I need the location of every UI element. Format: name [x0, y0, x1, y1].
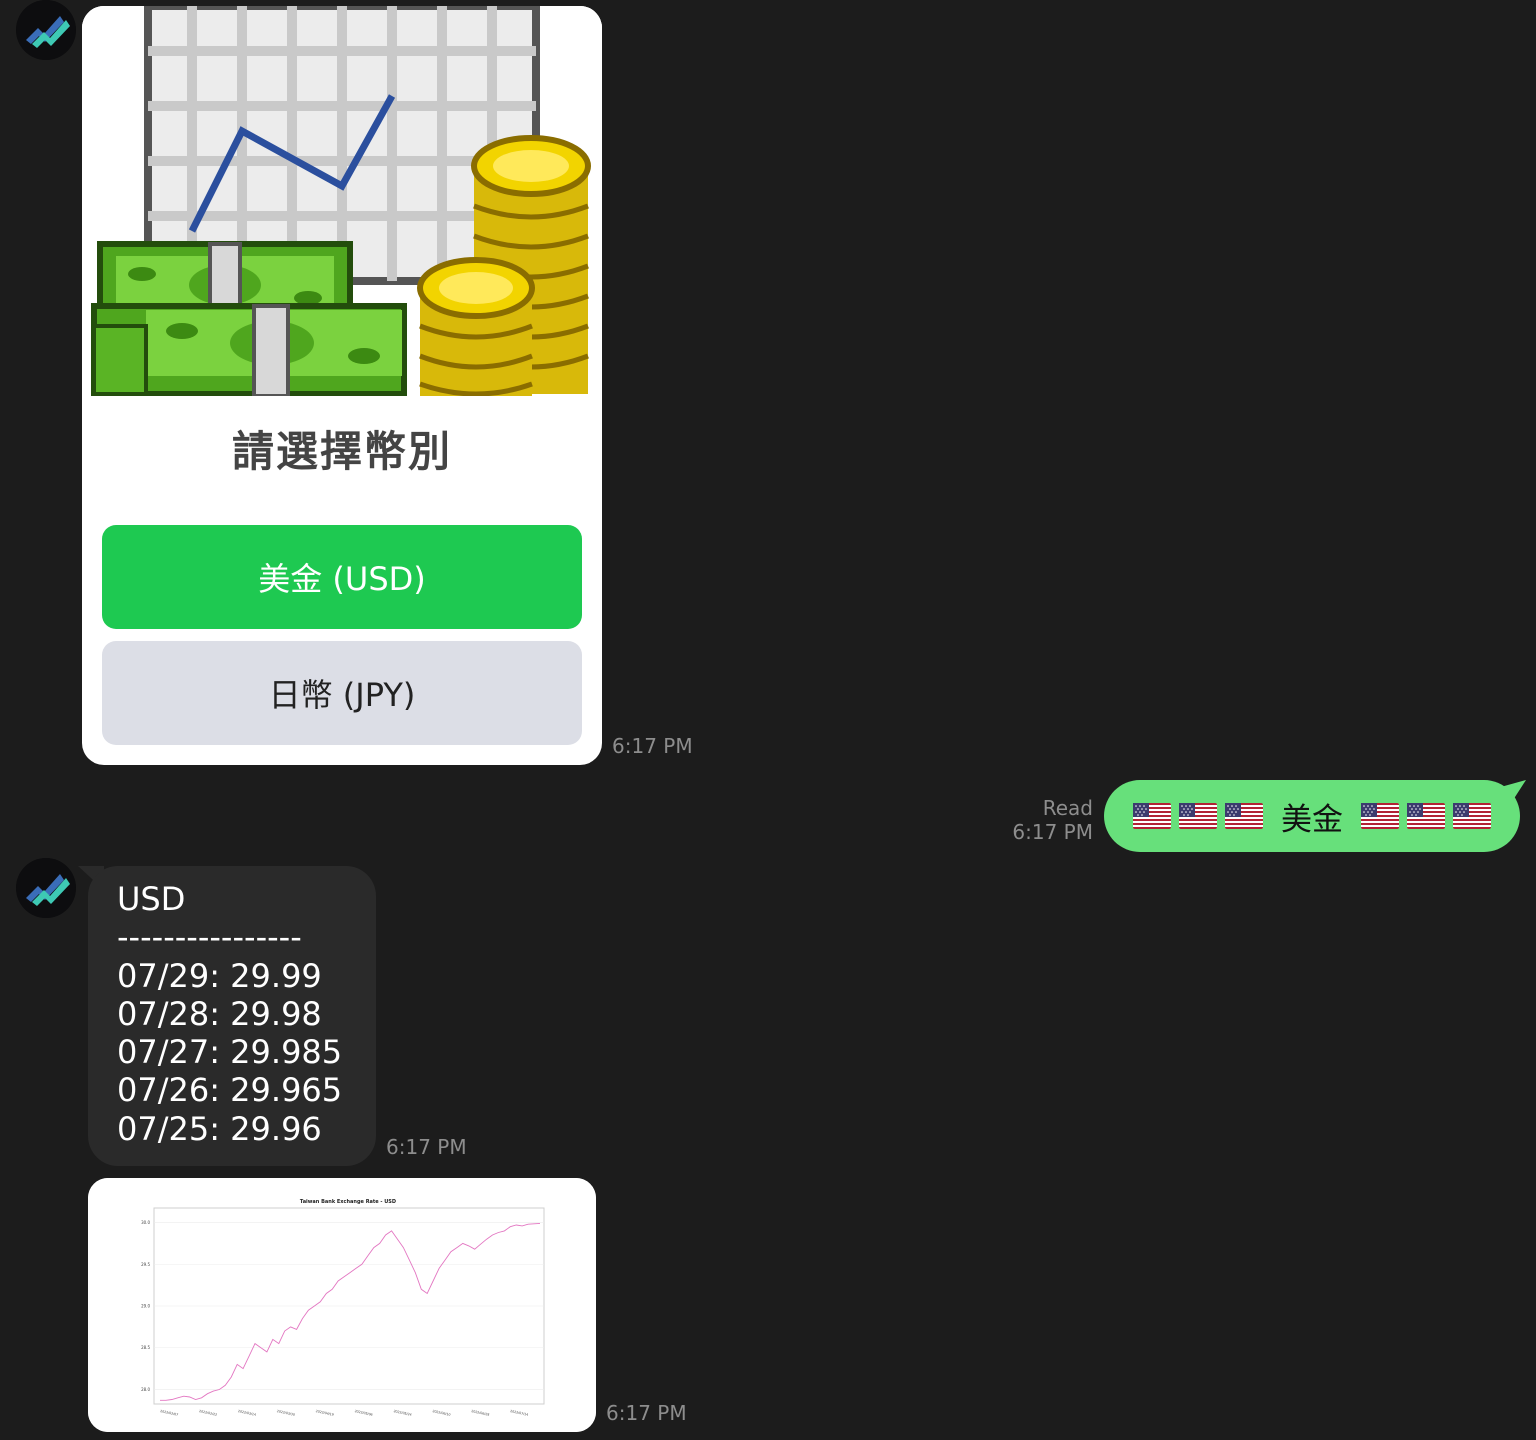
read-status: Read 6:17 PM [990, 796, 1093, 844]
y-tick-label: 29.5 [141, 1262, 150, 1267]
bot-avatar-chart-icon [16, 0, 76, 60]
chart-title: Taiwan Bank Exchange Rate - USD [300, 1199, 396, 1205]
user-message-bubble[interactable]: 美金 [1104, 780, 1520, 852]
rates-line: ---------------- [117, 918, 302, 957]
card-title: 請選擇幣別 [231, 427, 452, 476]
rates-line: USD [117, 880, 186, 918]
rates-line: 07/29: 29.99 [117, 956, 322, 995]
rates-message-bubble[interactable]: USD ---------------- 07/29: 29.99 07/28:… [88, 866, 376, 1166]
rates-line: 07/28: 29.98 [117, 994, 322, 1033]
jpy-button[interactable]: 日幣 (JPY) [102, 641, 582, 745]
rates-line: 07/26: 29.965 [117, 1071, 343, 1110]
bot-avatar[interactable] [16, 0, 76, 60]
rates-line: 07/27: 29.985 [117, 1033, 343, 1072]
us-flag-icon [1225, 803, 1263, 829]
y-tick-label: 29.0 [141, 1304, 150, 1309]
read-label: Read [1042, 796, 1093, 820]
user-message-text: 美金 [1281, 801, 1343, 838]
bot-avatar[interactable] [16, 858, 76, 918]
bot-avatar-chart-icon [16, 858, 76, 918]
message-timestamp: 6:17 PM [1012, 820, 1093, 844]
us-flag-icon [1453, 803, 1491, 829]
us-flag-icon [1407, 803, 1445, 829]
exchange-rate-hero-image [82, 6, 602, 396]
usd-button[interactable]: 美金 (USD) [102, 525, 582, 629]
message-timestamp: 6:17 PM [612, 734, 693, 758]
currency-select-card: 請選擇幣別 美金 (USD) 日幣 (JPY) [82, 6, 602, 765]
rates-line: 07/25: 29.96 [117, 1109, 322, 1148]
exchange-rate-chart-image[interactable]: Taiwan Bank Exchange Rate - USD 28.0 28.5… [88, 1178, 596, 1432]
y-tick-label: 30.0 [141, 1220, 150, 1225]
message-timestamp: 6:17 PM [606, 1401, 687, 1425]
us-flag-icon [1361, 803, 1399, 829]
message-timestamp: 6:17 PM [386, 1135, 467, 1159]
us-flag-icon [1133, 803, 1171, 829]
y-tick-label: 28.0 [141, 1387, 150, 1392]
y-tick-label: 28.5 [141, 1345, 150, 1350]
us-flag-icon [1179, 803, 1217, 829]
exchange-rate-chart: Taiwan Bank Exchange Rate - USD 28.0 28.5… [88, 1178, 596, 1432]
